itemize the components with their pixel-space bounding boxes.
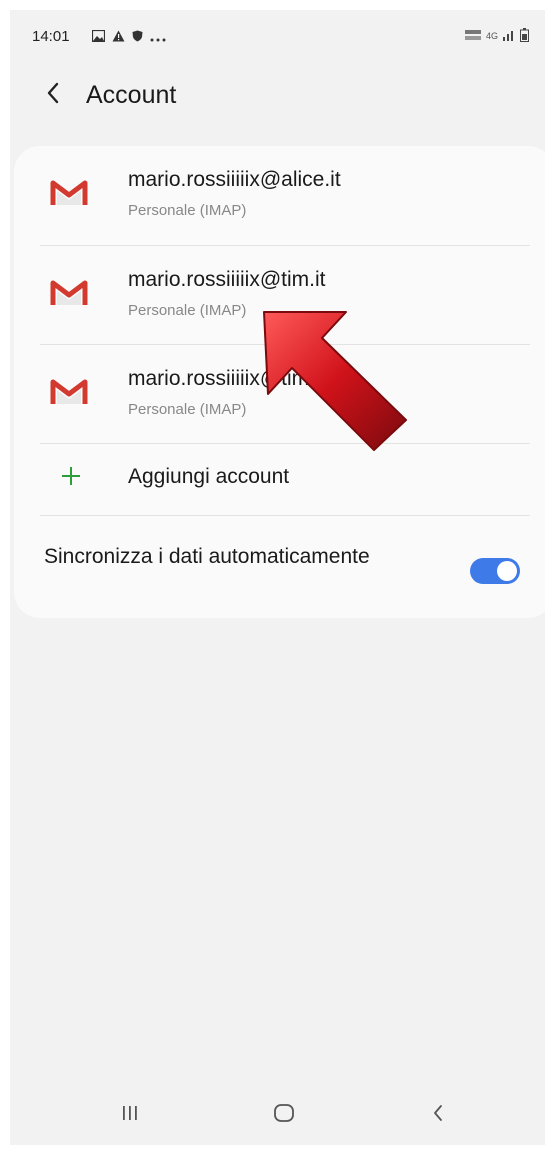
- gmail-icon: [50, 178, 88, 208]
- account-email: mario.rossiiiiix@alice.it: [128, 168, 341, 191]
- home-icon: [273, 1103, 295, 1128]
- add-account-button[interactable]: Aggiungi account: [14, 443, 534, 515]
- shield-icon: [132, 29, 143, 47]
- auto-sync-toggle[interactable]: [470, 558, 520, 584]
- recent-apps-button[interactable]: [110, 1100, 150, 1130]
- status-notification-icons: [91, 29, 166, 47]
- account-type: Personale (IMAP): [128, 202, 247, 219]
- system-back-button[interactable]: [418, 1100, 458, 1130]
- volte-icon: [464, 29, 482, 43]
- account-type: Personale (IMAP): [128, 302, 247, 319]
- auto-sync-row[interactable]: Sincronizza i dati automaticamente: [14, 516, 534, 616]
- account-row-alice[interactable]: mario.rossiiiiix@alice.it Personale (IMA…: [14, 146, 534, 245]
- page-title: Account: [86, 81, 177, 109]
- account-type: Personale (IMAP): [128, 401, 247, 418]
- gmail-icon: [50, 377, 88, 407]
- navigation-bar: [10, 1090, 545, 1145]
- battery-icon: [520, 28, 529, 44]
- recent-apps-icon: [121, 1104, 139, 1127]
- app-header: Account: [10, 72, 545, 122]
- home-button[interactable]: [264, 1100, 304, 1130]
- chevron-left-icon: [46, 82, 60, 109]
- back-button[interactable]: [38, 80, 68, 110]
- gmail-icon: [50, 278, 88, 308]
- network-type-label: 4G: [485, 31, 498, 41]
- auto-sync-label: Sincronizza i dati automaticamente: [44, 545, 370, 568]
- red-arrow-annotation: [263, 311, 407, 451]
- chevron-left-icon: [432, 1104, 444, 1127]
- screenshot-edge: [545, 0, 549, 1158]
- account-email: mario.rossiiiiix@tim.it: [128, 268, 326, 291]
- plus-icon: [60, 465, 82, 487]
- add-account-label: Aggiungi account: [128, 465, 290, 488]
- toggle-knob: [497, 561, 517, 581]
- settings-screen: 14:01 4G Account mario.rossiiiiix@alice.…: [10, 10, 545, 1145]
- status-time: 14:01: [32, 28, 70, 45]
- status-system-icons: 4G: [464, 28, 529, 44]
- warning-icon: [112, 29, 125, 47]
- more-dots-icon: [150, 29, 166, 47]
- status-bar: 14:01 4G: [10, 10, 545, 62]
- gallery-icon: [91, 29, 106, 47]
- signal-icon: [502, 29, 516, 43]
